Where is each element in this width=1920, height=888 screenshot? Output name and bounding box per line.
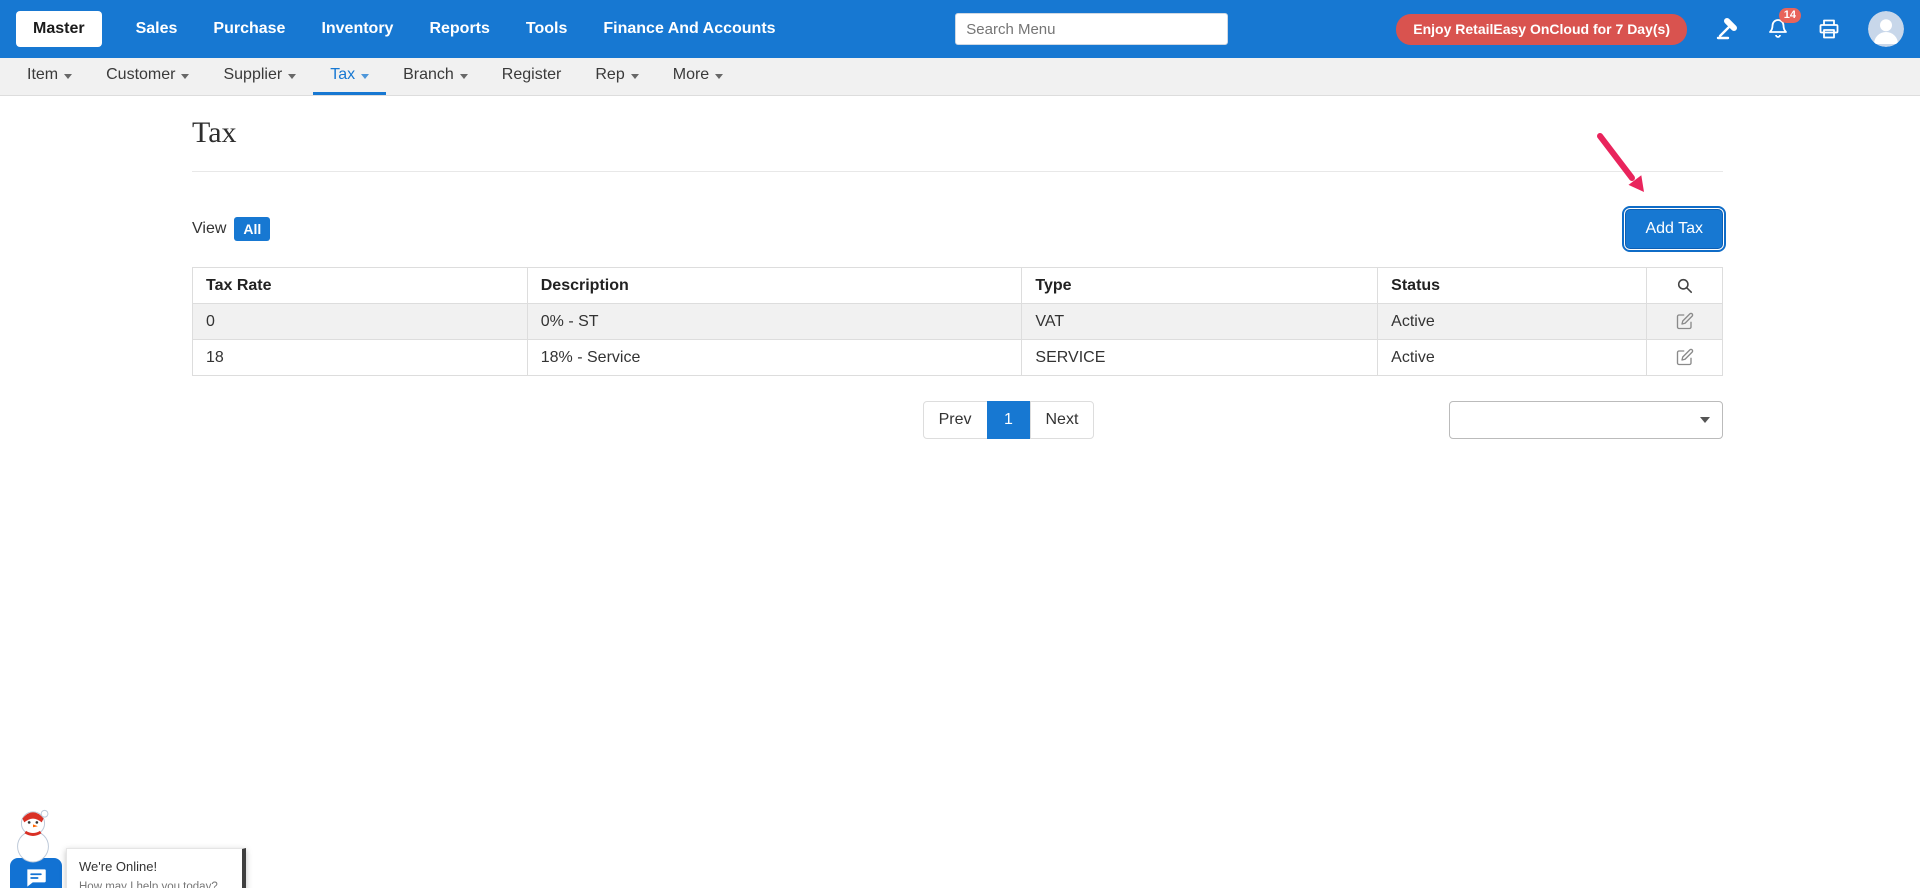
chat-status-text: We're Online! — [79, 859, 230, 874]
master-subnav: Item Customer Supplier Tax Branch Regist… — [0, 58, 1920, 96]
subnav-item-label: Rep — [595, 66, 624, 84]
toolbar: View All Add Tax — [192, 209, 1723, 249]
cell-description: 18% - Service — [527, 340, 1022, 376]
gavel-icon[interactable] — [1715, 17, 1739, 41]
subnav-item-label: Item — [27, 66, 58, 84]
search-menu-input[interactable] — [955, 13, 1228, 45]
edit-icon[interactable] — [1676, 349, 1694, 366]
chevron-down-icon — [288, 74, 296, 79]
table-row: 0 0% - ST VAT Active — [193, 304, 1723, 340]
menu-sales[interactable]: Sales — [122, 20, 192, 38]
bell-icon[interactable]: 14 — [1766, 17, 1790, 41]
col-header-tax-rate: Tax Rate — [193, 268, 528, 304]
top-menu: Sales Purchase Inventory Reports Tools F… — [122, 20, 790, 38]
subnav-item-label: Supplier — [223, 66, 282, 84]
prev-page-button[interactable]: Prev — [923, 401, 988, 439]
subnav-item-register[interactable]: Register — [485, 58, 579, 95]
chat-greeting-text: How may I help you today? — [79, 881, 230, 888]
menu-reports[interactable]: Reports — [415, 20, 503, 38]
subnav-item-label: More — [673, 66, 709, 84]
subnav-item-label: Branch — [403, 66, 454, 84]
cell-type: VAT — [1022, 304, 1378, 340]
subnav-item-branch[interactable]: Branch — [386, 58, 485, 95]
chevron-down-icon — [631, 74, 639, 79]
topnav-icons: 14 — [1715, 11, 1904, 47]
col-header-description: Description — [527, 268, 1022, 304]
table-search-icon[interactable] — [1647, 268, 1723, 304]
top-navbar: Master Sales Purchase Inventory Reports … — [0, 0, 1920, 58]
cell-tax-rate: 18 — [193, 340, 528, 376]
chevron-down-icon — [460, 74, 468, 79]
pagination-row: Prev 1 Next — [192, 401, 1723, 439]
chevron-down-icon — [64, 74, 72, 79]
annotation-arrow — [1592, 130, 1662, 208]
avatar-icon[interactable] — [1868, 11, 1904, 47]
printer-icon[interactable] — [1817, 17, 1841, 41]
subnav-item-label: Register — [502, 66, 562, 84]
subnav-item-tax[interactable]: Tax — [313, 58, 386, 95]
edit-icon[interactable] — [1676, 313, 1694, 330]
subnav-item-customer[interactable]: Customer — [89, 58, 206, 95]
table-header-row: Tax Rate Description Type Status — [193, 268, 1723, 304]
chevron-down-icon — [181, 74, 189, 79]
subnav-item-rep[interactable]: Rep — [578, 58, 655, 95]
page-size-select-wrap — [1449, 401, 1723, 439]
trial-promo-button[interactable]: Enjoy RetailEasy OnCloud for 7 Day(s) — [1396, 14, 1687, 45]
cell-status: Active — [1378, 304, 1647, 340]
notification-count-badge: 14 — [1779, 8, 1801, 23]
cell-type: SERVICE — [1022, 340, 1378, 376]
chat-teaser-card[interactable]: We're Online! How may I help you today? — [66, 848, 246, 888]
snowman-icon — [6, 804, 60, 864]
chat-bubble-icon — [23, 865, 49, 888]
cell-tax-rate: 0 — [193, 304, 528, 340]
col-header-type: Type — [1022, 268, 1378, 304]
subnav-item-label: Customer — [106, 66, 175, 84]
cell-description: 0% - ST — [527, 304, 1022, 340]
master-menu-button[interactable]: Master — [16, 11, 102, 47]
chevron-down-icon — [361, 74, 369, 79]
next-page-button[interactable]: Next — [1030, 401, 1095, 439]
add-tax-button[interactable]: Add Tax — [1625, 209, 1723, 249]
menu-purchase[interactable]: Purchase — [199, 20, 299, 38]
menu-inventory[interactable]: Inventory — [307, 20, 407, 38]
page-title: Tax — [192, 116, 1723, 150]
current-page-button[interactable]: 1 — [987, 401, 1031, 439]
menu-finance-and-accounts[interactable]: Finance And Accounts — [589, 20, 789, 38]
tax-table: Tax Rate Description Type Status 0 0% - … — [192, 267, 1723, 376]
view-label: View — [192, 220, 226, 238]
subnav-item-supplier[interactable]: Supplier — [206, 58, 313, 95]
chevron-down-icon — [715, 74, 723, 79]
cell-status: Active — [1378, 340, 1647, 376]
menu-tools[interactable]: Tools — [512, 20, 581, 38]
subnav-item-more[interactable]: More — [656, 58, 740, 95]
tax-page: Tax View All Add Tax Tax Rate Descriptio… — [192, 116, 1723, 439]
page-size-select[interactable] — [1449, 401, 1723, 439]
subnav-item-label: Tax — [330, 66, 355, 84]
col-header-status: Status — [1378, 268, 1647, 304]
subnav-item-item[interactable]: Item — [10, 58, 89, 95]
divider — [192, 171, 1723, 172]
view-filter-badge[interactable]: All — [234, 217, 270, 241]
table-row: 18 18% - Service SERVICE Active — [193, 340, 1723, 376]
